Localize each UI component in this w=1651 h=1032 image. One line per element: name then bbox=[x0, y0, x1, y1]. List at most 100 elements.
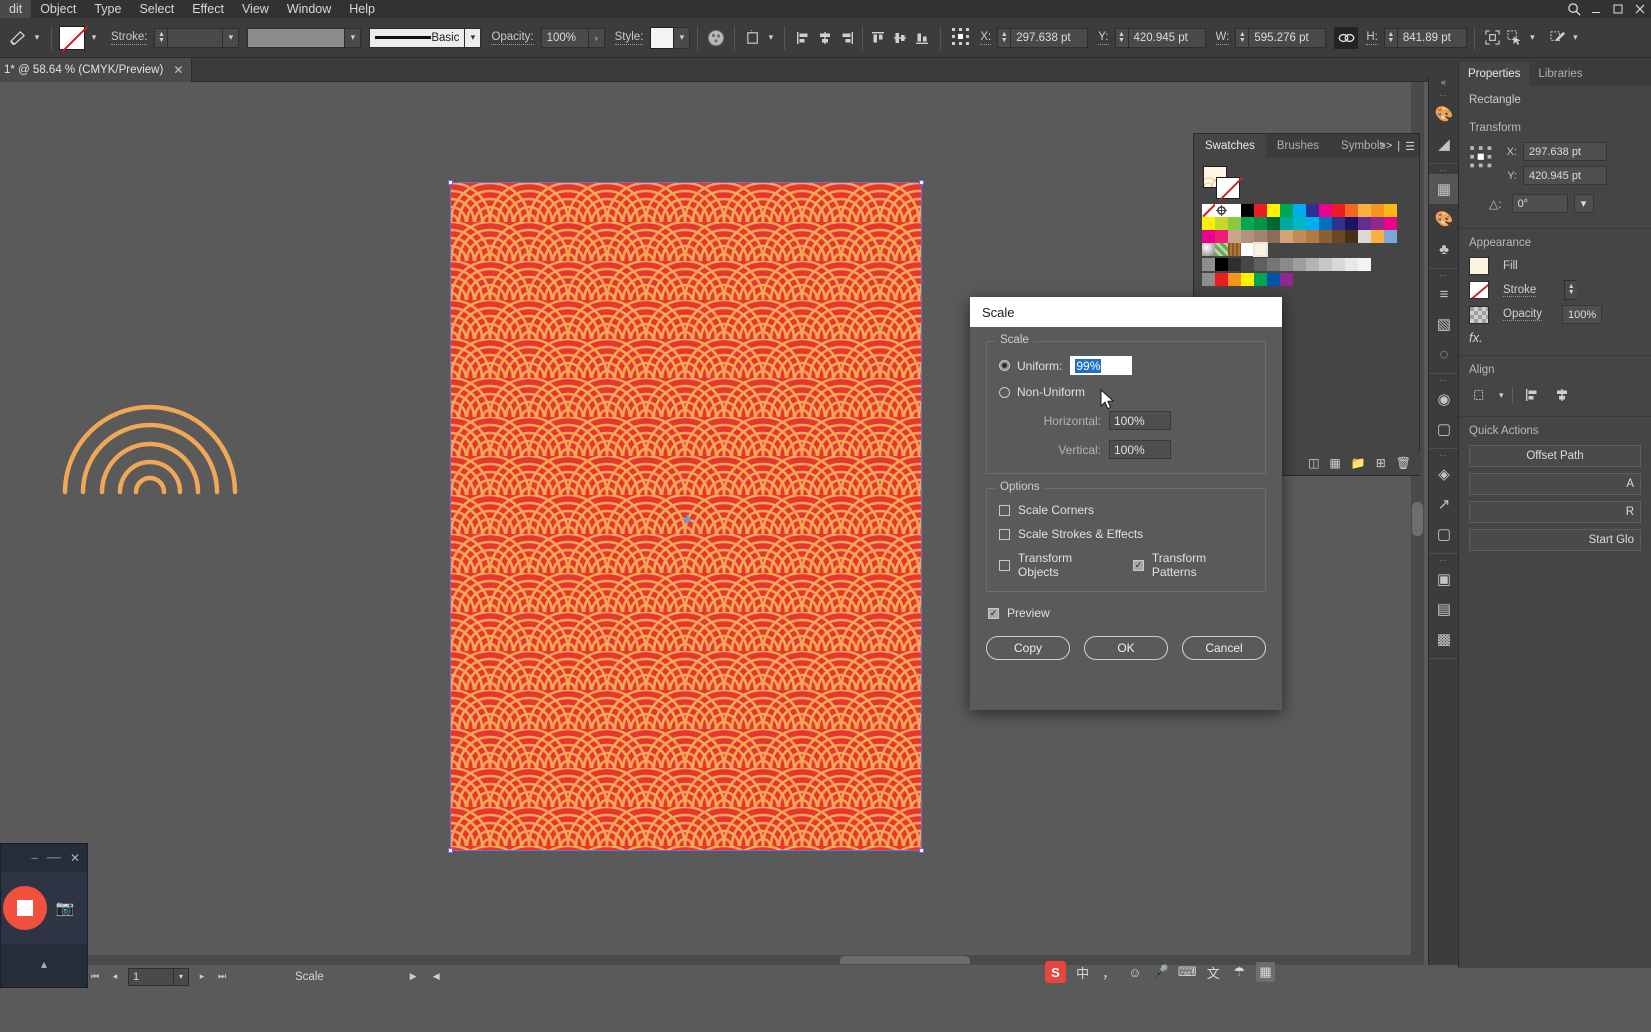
shape-transform-icon[interactable] bbox=[1482, 27, 1504, 49]
align-center-h-icon[interactable] bbox=[814, 27, 836, 49]
align-center-h-icon[interactable] bbox=[1551, 384, 1573, 406]
panel-menu-icon[interactable]: ☰ bbox=[1405, 140, 1415, 153]
vertical-input[interactable]: 100% bbox=[1109, 440, 1171, 459]
swatch-color[interactable] bbox=[1241, 243, 1254, 256]
swatch-color[interactable] bbox=[1267, 217, 1280, 230]
scale-strokes-effects-checkbox[interactable] bbox=[999, 528, 1010, 540]
non-uniform-radio[interactable] bbox=[999, 386, 1010, 398]
stroke-weight-combo[interactable]: ▾ bbox=[167, 27, 240, 48]
last-page-icon[interactable]: ⏭ bbox=[215, 969, 229, 985]
chevron-down-icon[interactable]: ▾ bbox=[465, 27, 482, 48]
menu-item-window[interactable]: Window bbox=[278, 0, 340, 18]
stroke-profile-value[interactable] bbox=[247, 27, 346, 48]
chevron-down-icon[interactable]: ▾ bbox=[174, 967, 189, 986]
swatch-color[interactable] bbox=[1358, 217, 1371, 230]
swatch-color[interactable] bbox=[1306, 217, 1319, 230]
tab-libraries[interactable]: Libraries bbox=[1529, 62, 1591, 86]
recolor-artwork-icon[interactable] bbox=[705, 27, 727, 49]
swatch-color[interactable] bbox=[1345, 258, 1358, 271]
swatch-color[interactable] bbox=[1280, 258, 1293, 271]
copy-button[interactable]: Copy bbox=[986, 636, 1070, 660]
prop-x-input[interactable]: 297.638 pt bbox=[1523, 142, 1607, 161]
swatch-color[interactable] bbox=[1241, 204, 1254, 217]
ok-button[interactable]: OK bbox=[1084, 636, 1168, 660]
swatch-color[interactable] bbox=[1306, 258, 1319, 271]
w-input[interactable]: 595.276 pt bbox=[1248, 27, 1327, 48]
quick-action-button-2[interactable]: A bbox=[1469, 473, 1641, 495]
horizontal-input[interactable]: 100% bbox=[1109, 411, 1171, 430]
pattern-fill-swatch[interactable] bbox=[1469, 257, 1489, 275]
uniform-input[interactable]: 99% bbox=[1070, 356, 1133, 375]
status-tool-name[interactable]: Scale bbox=[295, 971, 324, 983]
menu-item-object[interactable]: Object bbox=[31, 0, 85, 18]
swatch-color[interactable] bbox=[1215, 258, 1228, 271]
swatch-color[interactable] bbox=[1241, 217, 1254, 230]
selection-handle-bl[interactable] bbox=[448, 848, 453, 853]
close-icon[interactable]: ✕ bbox=[70, 851, 80, 865]
new-color-group-icon[interactable]: 📁 bbox=[1351, 456, 1366, 470]
new-swatch-icon[interactable]: ⊞ bbox=[1376, 456, 1386, 470]
next-page-icon[interactable]: ▸ bbox=[195, 969, 209, 985]
pathfinder-panel-icon[interactable]: ▢ bbox=[1429, 414, 1459, 444]
stroke-weight-stepper[interactable]: ▲ ▼ bbox=[1564, 280, 1578, 300]
menu-item-select[interactable]: Select bbox=[130, 0, 183, 18]
uniform-row[interactable]: Uniform: 99% bbox=[999, 356, 1253, 375]
swatch-registration[interactable] bbox=[1215, 204, 1228, 217]
tab-brushes[interactable]: Brushes bbox=[1266, 134, 1330, 158]
transform-row[interactable]: Transform Objects ✓ Transform Patterns bbox=[999, 551, 1253, 579]
fill-dropdown-arrow[interactable]: ▾ bbox=[87, 27, 101, 49]
prop-angle-input[interactable]: 0° bbox=[1511, 194, 1568, 213]
color-group-folder-icon[interactable] bbox=[1202, 258, 1215, 271]
swatch-color[interactable] bbox=[1267, 258, 1280, 271]
swatch-color[interactable] bbox=[1319, 217, 1332, 230]
color-group-folder-icon[interactable] bbox=[1202, 273, 1215, 286]
swatch-pattern-grass[interactable] bbox=[1215, 243, 1228, 256]
select-similar-dropdown[interactable]: ▾ bbox=[1526, 27, 1539, 49]
camera-icon[interactable]: 📷 bbox=[55, 898, 75, 918]
chevron-down-icon[interactable]: ▾ bbox=[1499, 390, 1504, 401]
scale-corners-checkbox[interactable] bbox=[999, 504, 1010, 516]
chevron-down-icon[interactable]: ▾ bbox=[223, 27, 240, 48]
color-panel-icon[interactable]: 🎨 bbox=[1429, 99, 1459, 129]
swatch-color[interactable] bbox=[1371, 204, 1384, 217]
no-stroke-swatch[interactable] bbox=[1216, 177, 1240, 199]
swatch-color[interactable] bbox=[1345, 217, 1358, 230]
shape-tool-dropdown[interactable]: ▾ bbox=[30, 27, 44, 49]
preview-checkbox[interactable]: ✓ bbox=[988, 607, 999, 619]
swatch-color[interactable] bbox=[1267, 273, 1280, 286]
transform-objects-checkbox[interactable] bbox=[999, 559, 1010, 571]
swatch-color[interactable] bbox=[1267, 230, 1280, 243]
ime-tray[interactable]: S 中 ， ☺ 🎤 ⌨ 文 ☂ ▦ bbox=[1045, 956, 1276, 988]
menu-item-help[interactable]: Help bbox=[340, 0, 384, 18]
swatch-row[interactable] bbox=[1202, 230, 1419, 243]
isolate-icon[interactable] bbox=[1547, 27, 1569, 49]
swatch-color[interactable] bbox=[1332, 217, 1345, 230]
graphic-style-combo[interactable]: ▾ bbox=[650, 26, 691, 49]
swatch-color[interactable] bbox=[1215, 230, 1228, 243]
swatch-color[interactable] bbox=[1293, 217, 1306, 230]
graphic-style-swatch[interactable] bbox=[650, 26, 675, 49]
collapse-panels-icon[interactable]: « bbox=[1429, 75, 1458, 89]
chevron-down-icon[interactable]: ▾ bbox=[345, 27, 362, 48]
restore-icon[interactable]: ── bbox=[47, 853, 61, 864]
menu-item-view[interactable]: View bbox=[233, 0, 278, 18]
select-similar-icon[interactable] bbox=[1504, 27, 1526, 49]
close-icon[interactable] bbox=[1629, 0, 1651, 20]
opacity-value[interactable]: 100% bbox=[540, 27, 589, 48]
x-input[interactable]: 297.638 pt bbox=[1010, 27, 1089, 48]
swatch-color[interactable] bbox=[1358, 204, 1371, 217]
current-fill-stroke-indicator[interactable] bbox=[1199, 166, 1240, 199]
swatch-color[interactable] bbox=[1332, 204, 1345, 217]
artboard-dropdown[interactable]: ▾ bbox=[764, 27, 777, 49]
artboards-panel-icon[interactable]: ▢ bbox=[1429, 519, 1459, 549]
swatch-color[interactable] bbox=[1384, 217, 1397, 230]
delete-swatch-icon[interactable]: 🗑 bbox=[1396, 456, 1411, 470]
chevron-up-icon[interactable]: ▴ bbox=[41, 957, 47, 971]
color-guide-icon[interactable]: ◢ bbox=[1429, 129, 1459, 159]
reference-point-selector[interactable] bbox=[1469, 145, 1495, 174]
stop-recording-button[interactable] bbox=[3, 886, 47, 930]
layers-panel-icon[interactable]: ◈ bbox=[1429, 459, 1459, 489]
swatch-color[interactable] bbox=[1202, 217, 1215, 230]
keyboard-icon[interactable]: ⌨ bbox=[1178, 962, 1197, 982]
fill-color-swatch[interactable] bbox=[59, 25, 85, 50]
